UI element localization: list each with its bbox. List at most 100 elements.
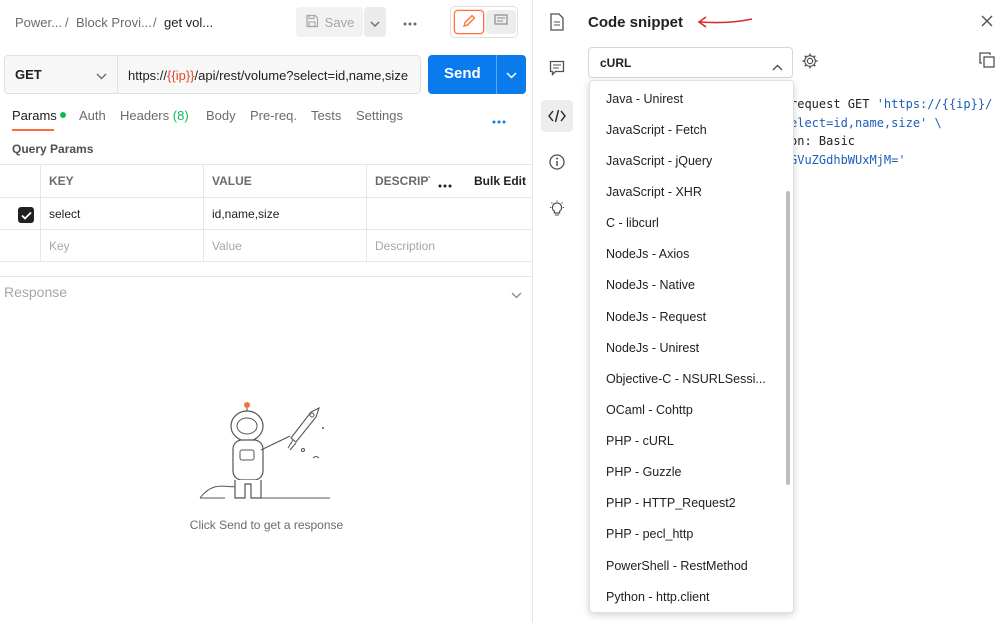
comment-icon[interactable] bbox=[545, 56, 569, 80]
breadcrumb-collection[interactable]: Block Provi... bbox=[76, 15, 152, 30]
language-select[interactable]: cURL bbox=[588, 47, 793, 78]
language-option[interactable]: JavaScript - Fetch bbox=[590, 114, 790, 145]
query-params-title: Query Params bbox=[12, 142, 94, 156]
info-icon[interactable] bbox=[545, 150, 569, 174]
copy-icon[interactable] bbox=[979, 52, 995, 71]
astronaut-illustration bbox=[195, 398, 335, 511]
comment-icon bbox=[494, 14, 508, 30]
params-active-dot bbox=[59, 111, 66, 118]
language-option[interactable]: OCaml - Cohttp bbox=[590, 394, 790, 425]
url-input[interactable]: https://{{ip}}/api/rest/volume?select=id… bbox=[128, 68, 408, 83]
annotation-arrow bbox=[694, 12, 754, 35]
param-value-cell[interactable]: id,name,size bbox=[203, 198, 366, 229]
language-option[interactable]: C - libcurl bbox=[590, 207, 790, 238]
new-description-input[interactable]: Description bbox=[366, 230, 533, 261]
document-icon[interactable] bbox=[545, 10, 569, 34]
chevron-down-icon bbox=[96, 68, 107, 83]
tab-tests[interactable]: Tests bbox=[311, 108, 341, 123]
column-header-key: KEY bbox=[40, 165, 203, 197]
settings-icon[interactable] bbox=[801, 52, 819, 73]
menu-scrollbar[interactable] bbox=[786, 191, 790, 485]
chevron-down-icon bbox=[506, 67, 517, 82]
language-option[interactable]: JavaScript - XHR bbox=[590, 176, 790, 207]
url-variable: {{ip}} bbox=[167, 68, 195, 83]
chevron-up-icon bbox=[772, 59, 783, 74]
send-label: Send bbox=[444, 65, 481, 82]
more-icon[interactable] bbox=[438, 176, 452, 191]
language-option[interactable]: NodeJs - Unirest bbox=[590, 332, 790, 363]
tab-headers[interactable]: Headers (8) bbox=[120, 108, 189, 123]
panel-title: Code snippet bbox=[588, 14, 684, 31]
code-line-4: GVuZGdhbWUxMjM=' bbox=[790, 152, 906, 167]
response-title: Response bbox=[4, 284, 68, 300]
save-button[interactable]: Save bbox=[296, 7, 363, 37]
code-line-1a: request GET bbox=[790, 97, 877, 111]
active-tab-indicator bbox=[12, 129, 54, 131]
edit-mode-button[interactable] bbox=[454, 10, 484, 34]
more-actions-button[interactable] bbox=[400, 13, 420, 29]
breadcrumb-workspace[interactable]: Power... bbox=[15, 15, 62, 30]
code-icon[interactable] bbox=[541, 100, 573, 132]
column-header-description: DESCRIPTI bbox=[366, 165, 430, 197]
url-path: /api/rest/volume?select=id,name,size bbox=[194, 68, 409, 83]
language-dropdown-menu: Java - Unirest JavaScript - Fetch JavaSc… bbox=[589, 80, 794, 613]
language-selected: cURL bbox=[600, 56, 632, 70]
language-option[interactable]: PowerShell - RestMethod bbox=[590, 550, 790, 581]
tab-auth[interactable]: Auth bbox=[79, 108, 106, 123]
new-key-input[interactable]: Key bbox=[40, 230, 203, 261]
send-button[interactable]: Send bbox=[428, 55, 526, 94]
language-option[interactable]: Java - Unirest bbox=[590, 83, 790, 114]
save-label: Save bbox=[324, 14, 355, 30]
param-description-cell[interactable] bbox=[366, 198, 533, 229]
lightbulb-icon[interactable] bbox=[545, 197, 569, 221]
method-label: GET bbox=[15, 67, 42, 82]
table-row-empty: Key Value Description bbox=[0, 229, 533, 262]
request-header: Power... / Block Provi... / get vol... S… bbox=[0, 0, 533, 45]
tab-settings[interactable]: Settings bbox=[356, 108, 403, 123]
language-option[interactable]: Python - http.client bbox=[590, 581, 790, 612]
breadcrumb-separator: / bbox=[65, 15, 69, 30]
url-prefix: https:// bbox=[128, 68, 168, 83]
more-icon bbox=[403, 14, 417, 29]
breadcrumb-separator: / bbox=[153, 15, 157, 30]
tab-prereq[interactable]: Pre-req. bbox=[250, 108, 297, 123]
row-enabled-checkbox[interactable] bbox=[18, 207, 34, 223]
save-icon bbox=[305, 14, 319, 31]
language-option[interactable]: NodeJs - Native bbox=[590, 269, 790, 300]
language-option[interactable]: NodeJs - Axios bbox=[590, 238, 790, 269]
response-section-header[interactable]: Response bbox=[0, 276, 533, 306]
column-header-value: VALUE bbox=[203, 165, 366, 197]
language-option[interactable]: Objective-C - NSURLSessi... bbox=[590, 363, 790, 394]
param-key-cell[interactable]: select bbox=[40, 198, 203, 229]
close-icon[interactable] bbox=[981, 15, 993, 30]
language-option[interactable]: PHP - pecl_http bbox=[590, 518, 790, 549]
code-line-2: elect=id,name,size' \ bbox=[790, 115, 942, 130]
language-option[interactable]: JavaScript - jQuery bbox=[590, 145, 790, 176]
chevron-down-icon[interactable] bbox=[511, 287, 522, 302]
new-value-input[interactable]: Value bbox=[203, 230, 366, 261]
send-dropdown-button[interactable] bbox=[497, 55, 526, 94]
response-empty-hint: Click Send to get a response bbox=[189, 518, 344, 532]
more-icon[interactable] bbox=[492, 112, 506, 127]
bulk-edit-button[interactable]: Bulk Edit bbox=[474, 165, 526, 197]
language-option[interactable]: PHP - Guzzle bbox=[590, 456, 790, 487]
sidebar-rail bbox=[534, 0, 580, 622]
right-sidebar: Code snippet cURL request GET 'https://{… bbox=[534, 0, 999, 622]
comment-mode-button[interactable] bbox=[486, 10, 516, 34]
language-option[interactable]: PHP - HTTP_Request2 bbox=[590, 487, 790, 518]
breadcrumb-request[interactable]: get vol... bbox=[164, 15, 213, 30]
table-header-row: KEY VALUE DESCRIPTI Bulk Edit bbox=[0, 164, 533, 197]
view-mode-toggle bbox=[450, 6, 518, 38]
tab-body[interactable]: Body bbox=[206, 108, 236, 123]
request-pane: Power... / Block Provi... / get vol... S… bbox=[0, 0, 533, 622]
method-select[interactable]: GET bbox=[5, 56, 118, 93]
chevron-down-icon bbox=[370, 15, 380, 30]
edit-icon bbox=[462, 14, 476, 31]
language-option[interactable]: NodeJs - Request bbox=[590, 301, 790, 332]
save-dropdown-button[interactable] bbox=[364, 7, 386, 37]
tab-params[interactable]: Params bbox=[12, 108, 66, 123]
code-line-3: on: Basic bbox=[790, 134, 856, 148]
headers-count: (8) bbox=[172, 108, 189, 123]
tab-headers-label: Headers bbox=[120, 108, 170, 123]
language-option[interactable]: PHP - cURL bbox=[590, 425, 790, 456]
